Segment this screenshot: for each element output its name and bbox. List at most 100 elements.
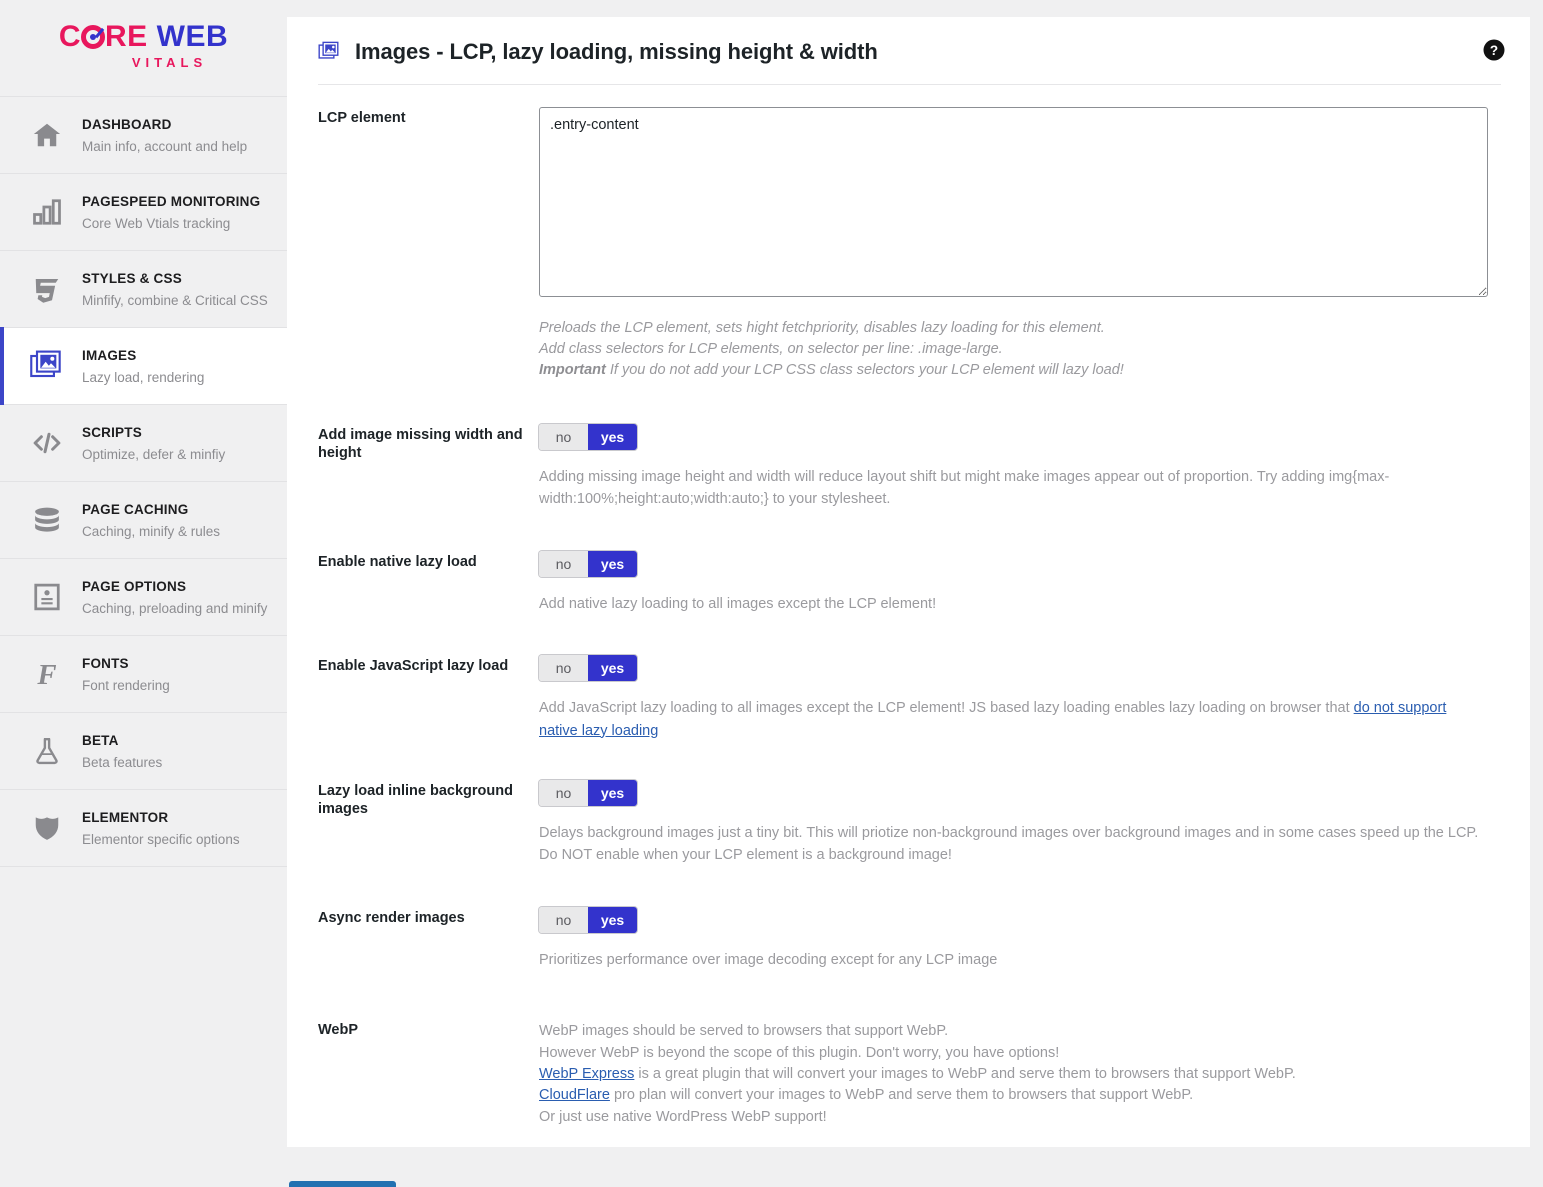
sidebar-item-title: ELEMENTOR bbox=[82, 810, 169, 826]
brand-web-text: WEB bbox=[156, 20, 229, 53]
css3-icon bbox=[24, 269, 70, 309]
webp-line-3: WebP Express is a great plugin that will… bbox=[539, 1064, 1484, 1085]
database-icon bbox=[24, 500, 70, 540]
sidebar-item-page-caching[interactable]: PAGE CACHING Caching, minify & rules bbox=[0, 482, 287, 559]
sidebar: C RE WEB VITALS DASHBOARD Main info, accou… bbox=[0, 0, 287, 1187]
note-important-text: If you do not add your LCP CSS class sel… bbox=[605, 361, 1124, 378]
setting-row-lcp-element: LCP element Preloads the LCP element, se… bbox=[318, 107, 1501, 381]
settings-form: LCP element Preloads the LCP element, se… bbox=[287, 85, 1530, 1128]
toggle-option-no[interactable]: no bbox=[539, 423, 588, 450]
images-icon bbox=[318, 41, 342, 63]
page-header: Images - LCP, lazy loading, missing heig… bbox=[287, 17, 1530, 65]
inline-background-description: Delays background images just a tiny bit… bbox=[539, 824, 1479, 864]
toggle-option-no[interactable]: no bbox=[539, 550, 588, 577]
setting-row-js-lazy: Enable JavaScript lazy load no yes Add J… bbox=[318, 655, 1501, 742]
sidebar-item-title: BETA bbox=[82, 733, 119, 749]
note-important-label: Important bbox=[539, 361, 606, 378]
sidebar-item-sub: Elementor specific options bbox=[82, 831, 240, 847]
sidebar-item-sub: Beta features bbox=[82, 754, 163, 770]
webp-line-4-text: pro plan will convert your images to Web… bbox=[609, 1087, 1194, 1104]
help-icon[interactable]: ? bbox=[1483, 39, 1505, 61]
toggle-option-yes[interactable]: yes bbox=[588, 423, 637, 450]
toggle-option-yes[interactable]: yes bbox=[588, 906, 637, 933]
sidebar-item-sub: Caching, preloading and minify bbox=[82, 600, 268, 616]
shield-icon bbox=[24, 808, 70, 848]
toggle-option-no[interactable]: no bbox=[539, 779, 588, 806]
native-lazy-toggle[interactable]: no yes bbox=[539, 550, 637, 577]
sidebar-item-sub: Minfify, combine & Critical CSS bbox=[82, 292, 268, 308]
brand-logo: C RE WEB VITALS bbox=[0, 0, 287, 96]
setting-label: LCP element bbox=[318, 110, 406, 126]
setting-row-inline-background: Lazy load inline background images no ye… bbox=[318, 779, 1501, 867]
toggle-option-yes[interactable]: yes bbox=[588, 779, 637, 806]
home-icon bbox=[24, 115, 70, 155]
note-line-3: Important If you do not add your LCP CSS… bbox=[539, 360, 1501, 381]
main-panel: Images - LCP, lazy loading, missing heig… bbox=[287, 17, 1530, 1147]
sidebar-nav: DASHBOARD Main info, account and help PA… bbox=[0, 96, 287, 867]
lcp-element-input[interactable] bbox=[539, 107, 1488, 297]
setting-label: Enable JavaScript lazy load bbox=[318, 658, 509, 675]
target-o-icon bbox=[80, 22, 105, 49]
sidebar-item-styles-css[interactable]: STYLES & CSS Minfify, combine & Critical… bbox=[0, 251, 287, 328]
sidebar-item-sub: Caching, minify & rules bbox=[82, 523, 221, 539]
sidebar-item-scripts[interactable]: SCRIPTS Optimize, defer & minfiy bbox=[0, 405, 287, 482]
sidebar-item-images[interactable]: IMAGES Lazy load, rendering bbox=[0, 327, 287, 405]
sidebar-item-title: PAGE CACHING bbox=[82, 502, 189, 518]
save-changes-button[interactable]: Save Changes bbox=[289, 1181, 396, 1187]
note-line-2: Add class selectors for LCP elements, on… bbox=[539, 340, 1003, 357]
setting-label: Add image missing width and height bbox=[318, 426, 523, 461]
webp-line-2: However WebP is beyond the scope of this… bbox=[539, 1044, 1060, 1061]
js-lazy-description: Add JavaScript lazy loading to all image… bbox=[539, 697, 1484, 742]
sidebar-item-sub: Optimize, defer & minfiy bbox=[82, 446, 226, 462]
toggle-option-no[interactable]: no bbox=[539, 906, 588, 933]
webp-line-3-text: is a great plugin that will convert your… bbox=[634, 1066, 1296, 1082]
svg-text:?: ? bbox=[1490, 43, 1498, 58]
sidebar-item-title: DASHBOARD bbox=[82, 117, 172, 133]
sidebar-item-elementor[interactable]: ELEMENTOR Elementor specific options bbox=[0, 790, 287, 867]
webp-description: WebP images should be served to browsers… bbox=[539, 1021, 1484, 1128]
setting-label: WebP bbox=[318, 1022, 359, 1039]
brand-wordmark: C RE WEB bbox=[0, 22, 287, 52]
sidebar-item-sub: Core Web Vtials tracking bbox=[82, 215, 231, 231]
sidebar-item-title: SCRIPTS bbox=[82, 425, 142, 441]
sidebar-item-page-options[interactable]: PAGE OPTIONS Caching, preloading and min… bbox=[0, 559, 287, 636]
toggle-option-yes[interactable]: yes bbox=[588, 550, 637, 577]
async-render-toggle[interactable]: no yes bbox=[539, 906, 637, 933]
lcp-element-note: Preloads the LCP element, sets hight fet… bbox=[539, 318, 1501, 381]
brand-core-text: C RE bbox=[58, 20, 148, 53]
setting-row-add-dimensions: Add image missing width and height no ye… bbox=[318, 423, 1501, 511]
note-line-1: Preloads the LCP element, sets hight fet… bbox=[539, 320, 1105, 336]
inline-background-toggle[interactable]: no yes bbox=[539, 779, 637, 806]
code-icon bbox=[24, 423, 70, 463]
webp-line-4: CloudFlare pro plan will convert your im… bbox=[539, 1085, 1484, 1106]
sidebar-item-title: FONTS bbox=[82, 656, 129, 672]
setting-label: Lazy load inline background images bbox=[318, 782, 513, 818]
sidebar-item-pagespeed-monitoring[interactable]: PAGESPEED MONITORING Core Web Vtials tra… bbox=[0, 174, 287, 251]
setting-row-async-render: Async render images no yes Prioritizes p… bbox=[318, 906, 1501, 971]
svg-text:F: F bbox=[36, 659, 56, 689]
sidebar-item-fonts[interactable]: F FONTS Font rendering bbox=[0, 636, 287, 713]
webp-express-link[interactable]: WebP Express bbox=[539, 1066, 634, 1082]
webp-line-5: Or just use native WordPress WebP suppor… bbox=[539, 1108, 827, 1125]
cloudflare-link[interactable]: CloudFlare bbox=[539, 1087, 610, 1103]
sidebar-item-title: IMAGES bbox=[82, 348, 137, 364]
sidebar-item-title: PAGE OPTIONS bbox=[82, 579, 187, 595]
flask-icon bbox=[24, 731, 70, 771]
font-icon: F bbox=[24, 654, 70, 694]
add-dimensions-toggle[interactable]: no yes bbox=[539, 423, 637, 450]
sidebar-item-dashboard[interactable]: DASHBOARD Main info, account and help bbox=[0, 97, 287, 174]
toggle-option-yes[interactable]: yes bbox=[588, 655, 637, 682]
setting-label: Async render images bbox=[318, 909, 465, 926]
page-options-icon bbox=[24, 577, 70, 617]
sidebar-item-title: STYLES & CSS bbox=[82, 271, 182, 287]
toggle-option-no[interactable]: no bbox=[539, 655, 588, 682]
js-lazy-toggle[interactable]: no yes bbox=[539, 655, 637, 682]
sidebar-item-beta[interactable]: BETA Beta features bbox=[0, 713, 287, 790]
sidebar-item-sub: Lazy load, rendering bbox=[82, 369, 205, 385]
images-icon bbox=[24, 346, 70, 386]
setting-row-webp: WebP WebP images should be served to bro… bbox=[318, 1019, 1501, 1128]
setting-label: Enable native lazy load bbox=[318, 553, 477, 570]
async-render-description: Prioritizes performance over image decod… bbox=[539, 951, 998, 968]
native-lazy-description: Add native lazy loading to all images ex… bbox=[539, 595, 937, 612]
setting-row-native-lazy: Enable native lazy load no yes Add nativ… bbox=[318, 550, 1501, 615]
